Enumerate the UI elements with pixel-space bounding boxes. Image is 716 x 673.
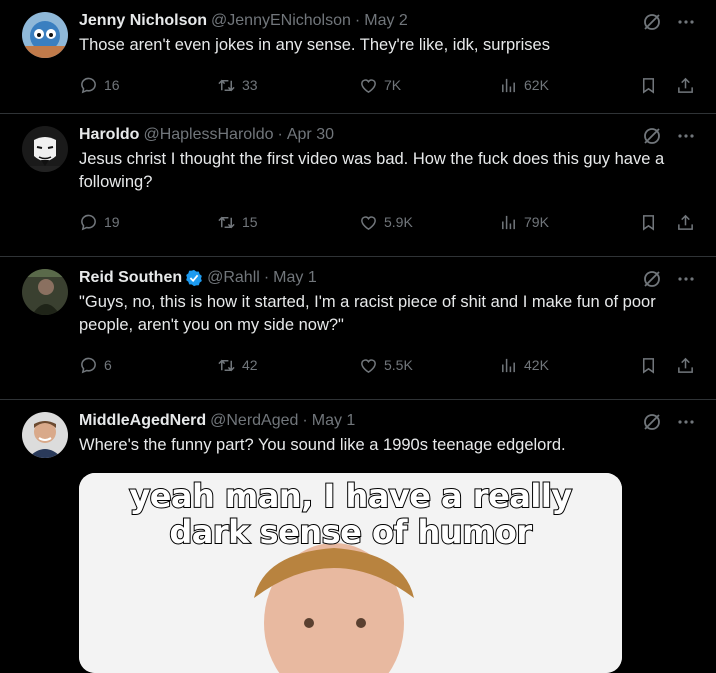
- separator-dot: ·: [354, 12, 361, 29]
- meme-caption-line-2: dark sense of humor: [168, 512, 533, 552]
- like-button[interactable]: 5.9K: [359, 213, 413, 232]
- views-icon: [502, 358, 515, 372]
- share-icon: [678, 77, 693, 93]
- reply-count: 16: [104, 77, 120, 93]
- tweet[interactable]: MiddleAgedNerd @NerdAged · May 1 Where's…: [0, 400, 716, 673]
- views-icon: [502, 78, 515, 92]
- retweet-button[interactable]: 42: [217, 356, 258, 375]
- share-icon: [678, 214, 693, 230]
- views-icon: [502, 215, 515, 229]
- like-button[interactable]: 5.5K: [359, 356, 413, 375]
- bookmark-icon: [642, 214, 655, 231]
- author-handle[interactable]: @NerdAged: [210, 410, 298, 432]
- verified-badge-icon: [186, 269, 202, 287]
- views-button[interactable]: 42K: [499, 356, 549, 375]
- meme-image[interactable]: yeah man, I have a really dark sense of …: [79, 473, 622, 673]
- reply-count: 6: [104, 357, 112, 373]
- action-bar: 6 42 5.5K 42K: [79, 347, 702, 383]
- action-bar: 19 15 5.9K 79K: [79, 204, 702, 240]
- meme-caption-line-1: yeah man, I have a really: [128, 476, 573, 516]
- like-button[interactable]: 7K: [359, 76, 401, 95]
- reply-button[interactable]: 6: [79, 356, 112, 375]
- share-button[interactable]: [676, 76, 695, 95]
- tweet-text: Jesus christ I thought the first video w…: [79, 150, 665, 191]
- separator-dot: ·: [302, 412, 308, 429]
- author-handle[interactable]: @JennyENicholson: [211, 10, 351, 32]
- action-bar: 16 33 7K 62K: [79, 67, 702, 103]
- view-count: 42K: [524, 357, 549, 373]
- tweet-text: Those aren't even jokes in any sense. Th…: [79, 36, 550, 54]
- author-name[interactable]: Reid Southen: [79, 267, 182, 289]
- more-icon[interactable]: [676, 269, 696, 289]
- retweet-button[interactable]: 33: [217, 76, 258, 95]
- tweet[interactable]: Haroldo @HaplessHaroldo · Apr 30 Jesus c…: [0, 114, 716, 257]
- bookmark-button[interactable]: [639, 213, 658, 232]
- author-name[interactable]: MiddleAgedNerd: [79, 410, 206, 432]
- more-icon[interactable]: [676, 126, 696, 146]
- heart-icon: [361, 358, 376, 373]
- separator-dot: ·: [277, 126, 283, 143]
- like-count: 7K: [384, 77, 402, 93]
- retweet-icon: [218, 216, 235, 228]
- views-button[interactable]: 62K: [499, 76, 549, 95]
- tweet-date[interactable]: May 2: [364, 10, 408, 32]
- retweet-button[interactable]: 15: [217, 213, 258, 232]
- retweet-count: 42: [242, 357, 258, 373]
- author-handle[interactable]: @Rahll: [207, 267, 260, 289]
- more-icon[interactable]: [676, 12, 696, 32]
- tweet-text: Where's the funny part? You sound like a…: [79, 436, 566, 454]
- views-button[interactable]: 79K: [499, 213, 549, 232]
- grok-icon[interactable]: [642, 412, 662, 432]
- like-count: 5.5K: [384, 357, 413, 373]
- bookmark-icon: [642, 77, 655, 94]
- avatar[interactable]: [22, 269, 68, 315]
- more-icon[interactable]: [676, 412, 696, 432]
- retweet-icon: [218, 359, 235, 371]
- share-button[interactable]: [676, 213, 695, 232]
- avatar[interactable]: [22, 412, 68, 458]
- view-count: 79K: [524, 214, 549, 230]
- grok-icon[interactable]: [642, 126, 662, 146]
- reply-button[interactable]: 19: [79, 213, 120, 232]
- tweet-date[interactable]: May 1: [312, 410, 356, 432]
- author-name[interactable]: Haroldo: [79, 124, 139, 146]
- reply-button[interactable]: 16: [79, 76, 120, 95]
- tweet[interactable]: Jenny Nicholson @JennyENicholson · May 2…: [0, 0, 716, 114]
- tweet-date[interactable]: Apr 30: [287, 124, 334, 146]
- share-icon: [678, 357, 693, 373]
- tweet[interactable]: Reid Southen @Rahll · May 1 "Guys, no, t…: [0, 257, 716, 400]
- bookmark-button[interactable]: [639, 356, 658, 375]
- reply-count: 19: [104, 214, 120, 230]
- share-button[interactable]: [676, 356, 695, 375]
- view-count: 62K: [524, 77, 549, 93]
- tweet-text: "Guys, no, this is how it started, I'm a…: [79, 293, 656, 334]
- retweet-count: 15: [242, 214, 258, 230]
- retweet-icon: [218, 79, 235, 91]
- author-handle[interactable]: @HaplessHaroldo: [143, 124, 273, 146]
- grok-icon[interactable]: [642, 12, 662, 32]
- tweet-date[interactable]: May 1: [273, 267, 317, 289]
- bookmark-icon: [642, 357, 655, 374]
- avatar[interactable]: [22, 12, 68, 58]
- bookmark-button[interactable]: [639, 76, 658, 95]
- like-count: 5.9K: [384, 214, 413, 230]
- heart-icon: [361, 78, 376, 93]
- separator-dot: ·: [263, 269, 270, 286]
- author-name[interactable]: Jenny Nicholson: [79, 10, 207, 32]
- retweet-count: 33: [242, 77, 258, 93]
- avatar[interactable]: [22, 126, 68, 172]
- heart-icon: [361, 215, 376, 230]
- grok-icon[interactable]: [642, 269, 662, 289]
- reply-icon: [81, 214, 96, 230]
- reply-icon: [81, 77, 96, 93]
- reply-icon: [81, 357, 96, 373]
